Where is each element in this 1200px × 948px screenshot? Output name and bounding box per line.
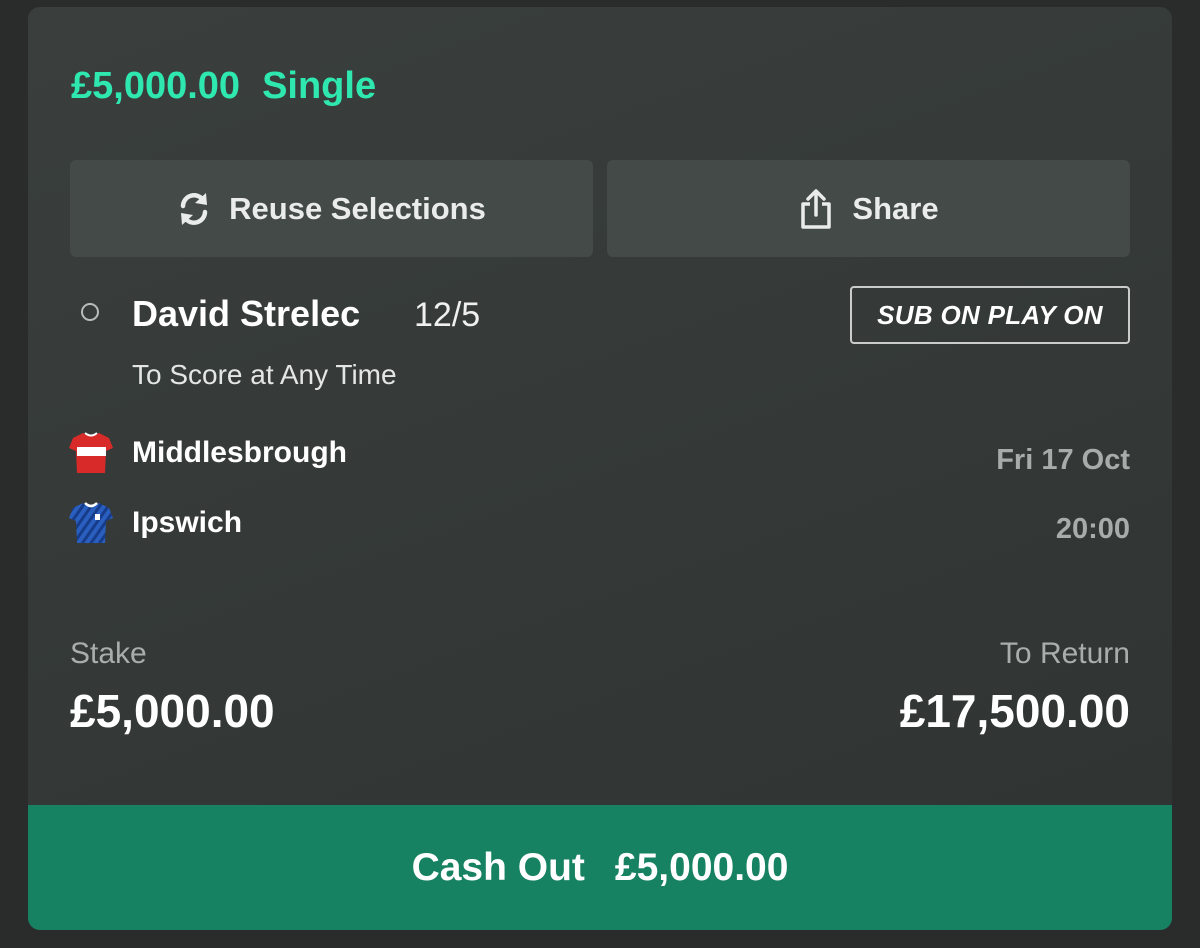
selection-status-indicator: [81, 303, 99, 321]
event-time: 20:00: [1055, 513, 1130, 545]
cash-out-value: £5,000.00: [614, 845, 789, 889]
share-button[interactable]: Share: [607, 160, 1130, 257]
away-team-row: Ipswich: [68, 498, 242, 548]
to-return-label: To Return: [999, 637, 1130, 670]
bet-header: £5,000.00 Single: [71, 65, 398, 108]
stake-value: £5,000.00: [70, 685, 275, 737]
home-team-name: Middlesbrough: [132, 436, 347, 469]
middlesbrough-shirt-icon: [69, 432, 113, 473]
to-return-value: £17,500.00: [899, 685, 1130, 737]
selection-name: David Strelec: [132, 293, 361, 334]
refresh-icon: [177, 190, 211, 228]
share-icon: [798, 188, 834, 230]
promo-badge[interactable]: SUB ON PLAY ON: [850, 286, 1130, 344]
bet-type: Single: [262, 65, 377, 107]
bet-stake-header: £5,000.00: [71, 65, 241, 107]
ipswich-shirt-icon: [69, 502, 113, 543]
away-team-name: Ipswich: [132, 506, 243, 539]
cash-out-button[interactable]: Cash Out £5,000.00: [28, 805, 1172, 930]
market-name: To Score at Any Time: [132, 359, 397, 390]
stake-label: Stake: [70, 637, 147, 670]
bet-card: £5,000.00 Single Reuse Selections Share D…: [28, 7, 1172, 930]
share-label: Share: [852, 190, 939, 226]
reuse-selections-label: Reuse Selections: [229, 190, 486, 226]
cash-out-label: Cash Out: [411, 845, 585, 889]
reuse-selections-button[interactable]: Reuse Selections: [70, 160, 593, 257]
selection-odds: 12/5: [414, 296, 481, 334]
event-date: Fri 17 Oct: [996, 444, 1130, 476]
home-team-row: Middlesbrough: [68, 428, 347, 478]
